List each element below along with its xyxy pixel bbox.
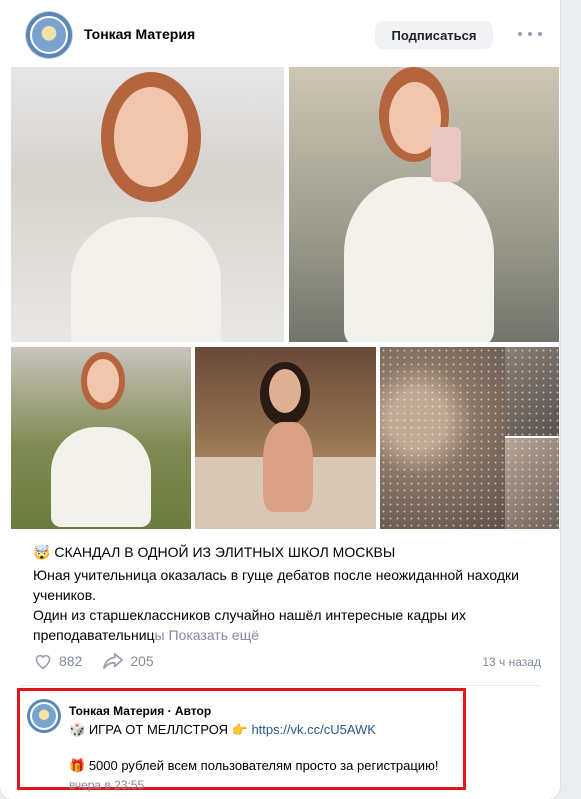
post-body-fade-text: преподавательниц bbox=[33, 627, 155, 643]
post-photo-3[interactable] bbox=[11, 347, 191, 529]
post-photo-4[interactable] bbox=[195, 347, 376, 529]
divider bbox=[21, 685, 539, 686]
share-button[interactable]: 205 bbox=[102, 652, 154, 670]
show-more-link[interactable]: Показать ещё bbox=[169, 627, 260, 643]
group-avatar[interactable] bbox=[26, 12, 72, 58]
post-photo-7[interactable] bbox=[505, 438, 559, 529]
post-card: Тонкая Материя Подписаться 🤯 СКАНДАЛ В О… bbox=[0, 0, 560, 799]
post-body: Юная учительница оказалась в гуще дебато… bbox=[33, 565, 543, 645]
subscribe-button[interactable]: Подписаться bbox=[375, 21, 493, 49]
post-title: 🤯 СКАНДАЛ В ОДНОЙ ИЗ ЭЛИТНЫХ ШКОЛ МОСКВЫ bbox=[33, 544, 395, 561]
emoji-pointing-right-icon: 👉 bbox=[231, 723, 248, 738]
post-title-text: СКАНДАЛ В ОДНОЙ ИЗ ЭЛИТНЫХ ШКОЛ МОСКВЫ bbox=[54, 544, 396, 560]
post-photo-6[interactable] bbox=[505, 347, 559, 436]
post-actions: 882 205 bbox=[33, 652, 174, 670]
comment-avatar[interactable] bbox=[27, 699, 61, 733]
post-body-fade-tail: ы bbox=[154, 627, 165, 643]
post-photo-2[interactable] bbox=[289, 67, 559, 342]
post-body-line-2-text: Один из старшеклассников случайно нашёл … bbox=[33, 607, 467, 623]
emoji-exploding-head-icon: 🤯 bbox=[33, 545, 51, 561]
group-name[interactable]: Тонкая Материя bbox=[84, 26, 195, 42]
post-photo-5[interactable] bbox=[380, 347, 505, 529]
comment-line-1-text: ИГРА ОТ МЕЛЛСТРОЯ bbox=[88, 722, 229, 737]
heart-icon bbox=[35, 654, 51, 670]
post-body-line-1: Юная учительница оказалась в гуще дебато… bbox=[33, 567, 519, 603]
more-horizontal-icon[interactable] bbox=[518, 24, 542, 44]
comment-link[interactable]: https://vk.cc/cU5AWK bbox=[251, 722, 376, 737]
emoji-dice-icon: 🎲 bbox=[69, 723, 86, 738]
comment-author[interactable]: Тонкая Материя · Автор bbox=[69, 704, 211, 718]
comment-time[interactable]: вчера в 23:55 bbox=[69, 778, 144, 792]
comment-line-1: 🎲 ИГРА ОТ МЕЛЛСТРОЯ 👉 https://vk.cc/cU5A… bbox=[69, 722, 376, 738]
emoji-gift-icon: 🎁 bbox=[69, 759, 86, 774]
like-count: 882 bbox=[59, 653, 83, 669]
share-count: 205 bbox=[130, 653, 154, 669]
comment-line-2: 🎁 5000 рублей всем пользователям просто … bbox=[69, 758, 438, 774]
comment-line-2-text: 5000 рублей всем пользователям просто за… bbox=[88, 758, 439, 773]
post-body-line-2: Один из старшеклассников случайно нашёл … bbox=[33, 605, 543, 645]
share-icon bbox=[103, 652, 124, 670]
post-photo-1[interactable] bbox=[11, 67, 284, 342]
like-button[interactable]: 882 bbox=[33, 652, 82, 670]
post-time[interactable]: 13 ч назад bbox=[482, 655, 541, 669]
